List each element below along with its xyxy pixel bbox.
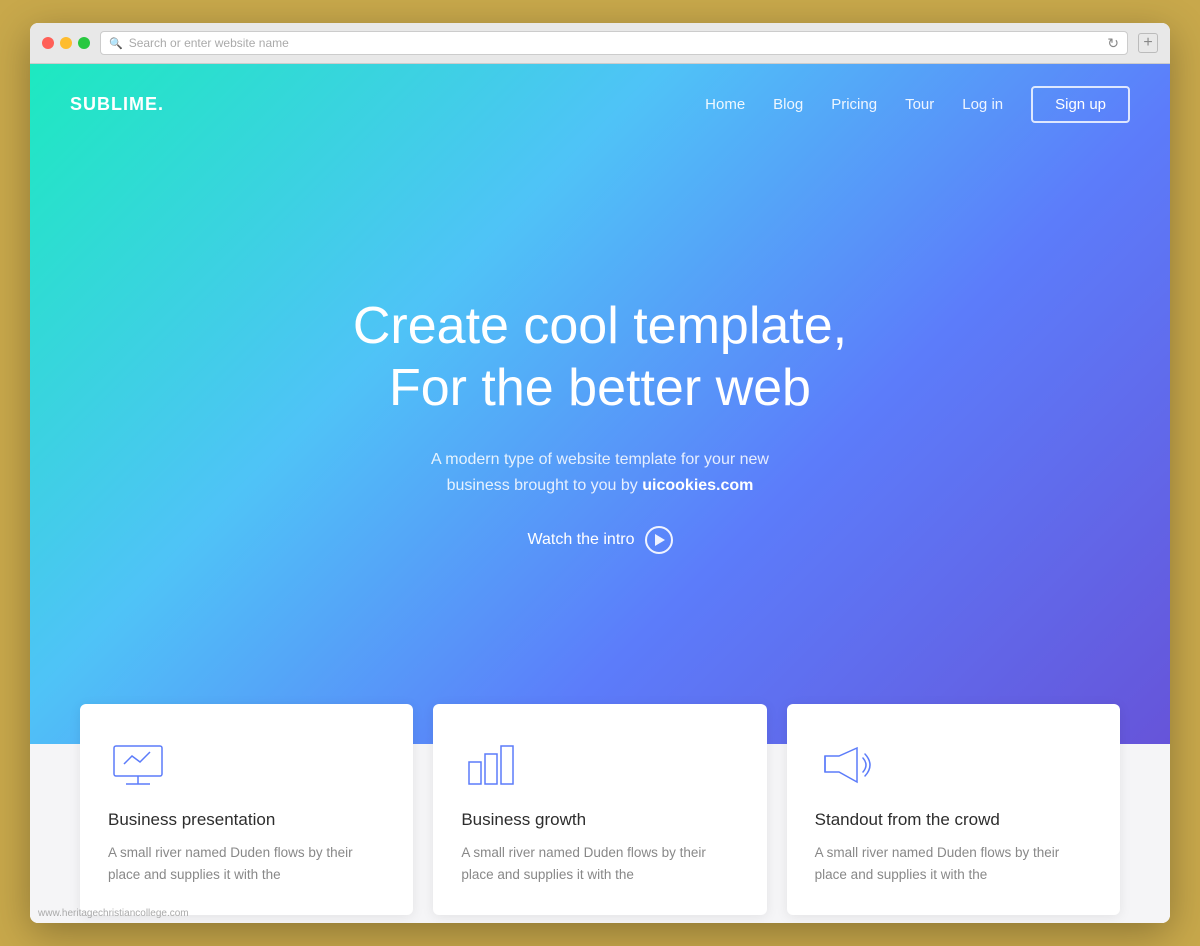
play-icon [645, 526, 673, 554]
card-growth: Business growth A small river named Dude… [433, 704, 766, 915]
logo[interactable]: SUBLIME. [70, 94, 164, 115]
card-text-1: A small river named Duden flows by their… [461, 842, 738, 885]
hero-section: SUBLIME. Home Blog Pricing Tour Log in S… [30, 64, 1170, 744]
card-standout: Standout from the crowd A small river na… [787, 704, 1120, 915]
nav-links: Home Blog Pricing Tour Log in Sign up [705, 86, 1130, 123]
card-title-2: Standout from the crowd [815, 810, 1092, 830]
close-button[interactable] [42, 37, 54, 49]
nav-tour[interactable]: Tour [905, 96, 934, 113]
watermark: www.heritagechristiancollege.com [38, 908, 189, 919]
reload-button[interactable]: ↻ [1107, 35, 1119, 52]
hero-subtitle: A modern type of website template for yo… [431, 447, 769, 498]
page-content: SUBLIME. Home Blog Pricing Tour Log in S… [30, 64, 1170, 923]
hero-content: Create cool template, For the better web… [30, 145, 1170, 744]
nav-home[interactable]: Home [705, 96, 745, 113]
maximize-button[interactable] [78, 37, 90, 49]
signup-button[interactable]: Sign up [1031, 86, 1130, 123]
card-presentation: Business presentation A small river name… [80, 704, 413, 915]
card-title-0: Business presentation [108, 810, 385, 830]
hero-title: Create cool template, For the better web [353, 295, 847, 420]
address-bar[interactable]: 🔍 Search or enter website name ↻ [100, 31, 1128, 55]
nav-blog[interactable]: Blog [773, 96, 803, 113]
minimize-button[interactable] [60, 37, 72, 49]
chart-icon [461, 740, 521, 790]
presentation-icon [108, 740, 168, 790]
megaphone-icon [815, 740, 875, 790]
subtitle-link[interactable]: uicookies.com [642, 477, 753, 494]
address-text: Search or enter website name [129, 36, 289, 50]
browser-window: 🔍 Search or enter website name ↻ + SUBLI… [30, 23, 1170, 923]
new-tab-button[interactable]: + [1138, 33, 1158, 53]
navbar: SUBLIME. Home Blog Pricing Tour Log in S… [30, 64, 1170, 145]
traffic-lights [42, 37, 90, 49]
card-text-0: A small river named Duden flows by their… [108, 842, 385, 885]
card-text-2: A small river named Duden flows by their… [815, 842, 1092, 885]
card-title-1: Business growth [461, 810, 738, 830]
play-triangle [655, 534, 665, 546]
cards-section: Business presentation A small river name… [30, 744, 1170, 923]
browser-chrome: 🔍 Search or enter website name ↻ + [30, 23, 1170, 64]
nav-login[interactable]: Log in [962, 96, 1003, 113]
watch-intro-button[interactable]: Watch the intro [527, 526, 672, 554]
nav-pricing[interactable]: Pricing [831, 96, 877, 113]
search-icon: 🔍 [109, 37, 123, 50]
